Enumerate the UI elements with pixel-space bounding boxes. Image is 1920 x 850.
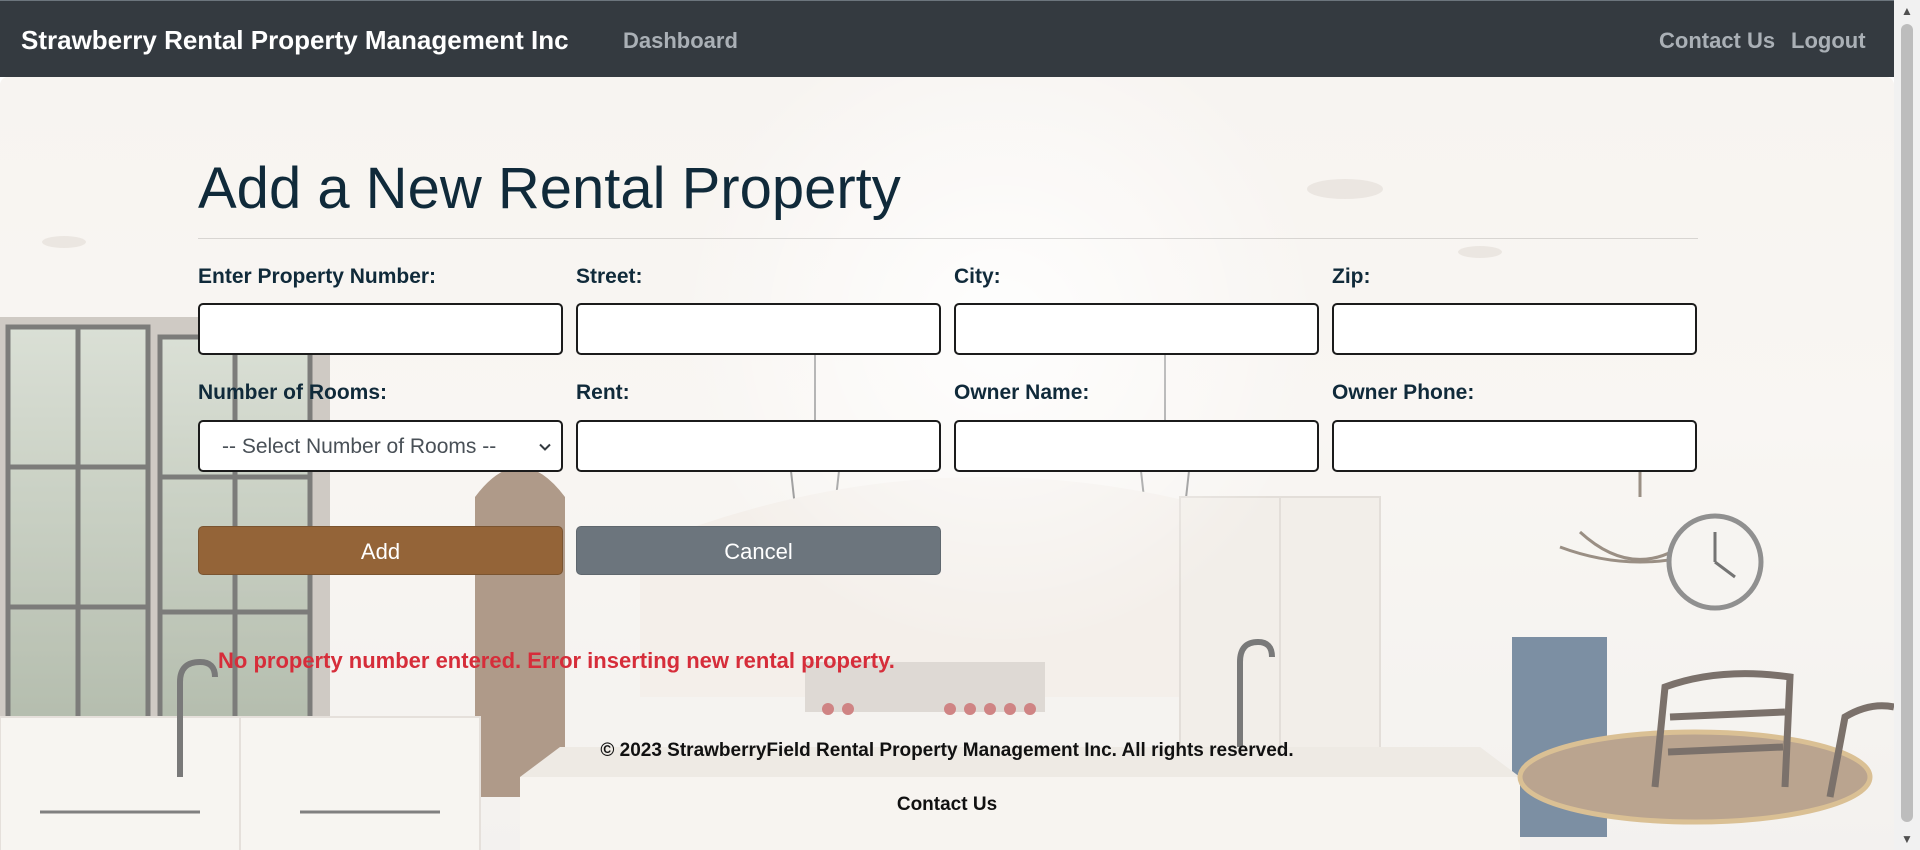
- street-input[interactable]: [576, 303, 941, 355]
- nav-contact-link[interactable]: Contact Us: [1659, 28, 1775, 54]
- scrollbar-thumb[interactable]: [1901, 24, 1913, 822]
- scroll-down-arrow-icon[interactable]: ▼: [1894, 828, 1920, 850]
- nav-logout-link[interactable]: Logout: [1791, 28, 1866, 54]
- property-number-label: Enter Property Number:: [198, 265, 437, 288]
- footer-contact-row: Contact Us: [0, 794, 1894, 816]
- city-label: City:: [954, 265, 1001, 288]
- owner-phone-input[interactable]: [1332, 420, 1697, 472]
- street-label: Street:: [576, 265, 643, 288]
- page-scrollbar[interactable]: ▲ ▼: [1894, 0, 1920, 850]
- brand-link[interactable]: Strawberry Rental Property Management In…: [21, 25, 569, 56]
- add-button[interactable]: Add: [198, 526, 563, 575]
- footer-contact-link[interactable]: Contact Us: [897, 794, 997, 815]
- rent-input[interactable]: [576, 420, 941, 472]
- owner-phone-label: Owner Phone:: [1332, 381, 1475, 404]
- top-navbar: Strawberry Rental Property Management In…: [0, 0, 1894, 77]
- rooms-select-value: -- Select Number of Rooms --: [222, 435, 497, 458]
- rooms-select[interactable]: -- Select Number of Rooms --: [198, 420, 563, 472]
- page-title: Add a New Rental Property: [198, 156, 901, 221]
- owner-name-label: Owner Name:: [954, 381, 1090, 404]
- owner-name-input[interactable]: [954, 420, 1319, 472]
- scroll-up-arrow-icon[interactable]: ▲: [1894, 0, 1920, 22]
- zip-label: Zip:: [1332, 265, 1371, 288]
- rent-label: Rent:: [576, 381, 630, 404]
- city-input[interactable]: [954, 303, 1319, 355]
- main-content: Add a New Rental Property Enter Property…: [0, 77, 1894, 850]
- nav-dashboard-link[interactable]: Dashboard: [623, 28, 738, 54]
- chevron-down-icon: [539, 440, 551, 452]
- property-number-input[interactable]: [198, 303, 563, 355]
- footer-copyright: © 2023 StrawberryField Rental Property M…: [600, 740, 1294, 761]
- title-divider: [198, 238, 1698, 239]
- zip-input[interactable]: [1332, 303, 1697, 355]
- error-message: No property number entered. Error insert…: [218, 648, 895, 673]
- rooms-label: Number of Rooms:: [198, 381, 387, 404]
- cancel-button[interactable]: Cancel: [576, 526, 941, 575]
